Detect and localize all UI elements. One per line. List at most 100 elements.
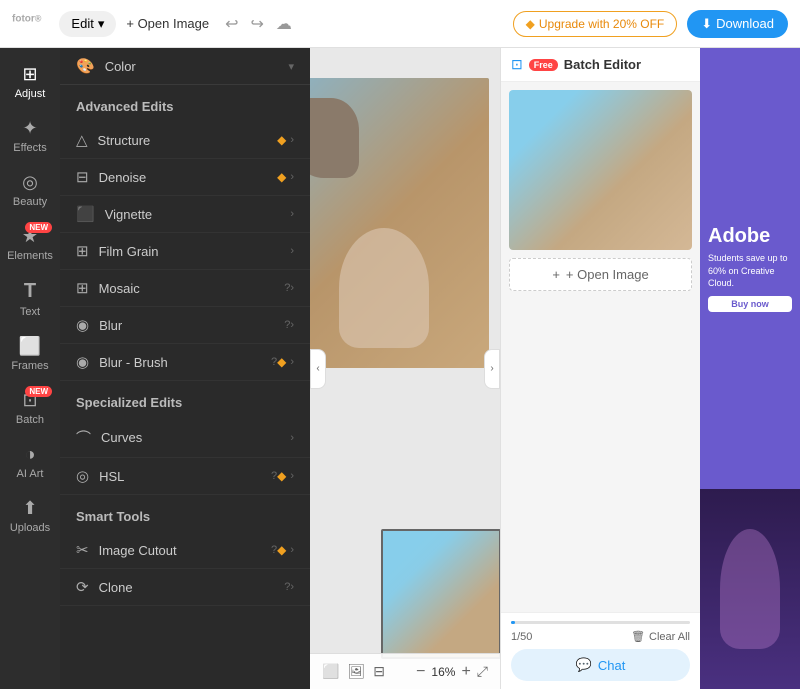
panel-item-structure[interactable]: △ Structure ◆ › [60, 122, 310, 159]
clone-icon: ⟳ [76, 578, 89, 596]
sidebar-item-adjust[interactable]: ⊞ Adjust [0, 56, 60, 108]
clear-all-button[interactable]: 🗑 Clear All [631, 630, 690, 643]
film-grain-arrow-icon: › [290, 245, 294, 257]
undo-button[interactable]: ↩ [223, 12, 240, 36]
canvas-tool-crop-icon[interactable]: ⊟ [373, 663, 385, 680]
canvas-tool-image-icon[interactable]: 🖼 [347, 663, 365, 680]
panel-clone-label: Clone [99, 580, 281, 595]
expand-panel-button[interactable]: › [484, 349, 500, 389]
panel-item-color[interactable]: 🎨 Color ▾ [60, 48, 310, 85]
panel-blur-label: Blur [99, 318, 280, 333]
panel-item-clone[interactable]: ⟳ Clone ? › [60, 569, 310, 606]
panel-item-curves[interactable]: ⌒ Curves › [60, 418, 310, 458]
structure-arrow-icon: › [290, 134, 294, 146]
rock-decoration [310, 98, 359, 178]
denoise-arrow-icon: › [290, 171, 294, 183]
sidebar-item-effects[interactable]: ✦ Effects [0, 110, 60, 162]
download-label: Download [716, 16, 774, 31]
batch-open-label: + Open Image [566, 267, 649, 282]
right-panel: ⊡ Free Batch Editor + + Open Image 1/50 … [500, 48, 700, 689]
zoom-out-button[interactable]: − [416, 663, 425, 681]
redo-button[interactable]: ↪ [249, 12, 266, 36]
sidebar-item-text[interactable]: T Text [0, 272, 60, 326]
canvas-bottom-bar: ⬜ 🖼 ⊟ − 16% + ⤢ [310, 653, 500, 689]
free-badge: Free [529, 59, 558, 71]
download-button[interactable]: ⬇ Download [687, 10, 788, 38]
logo: fotor® [12, 12, 41, 35]
sidebar-label-text: Text [20, 306, 40, 318]
clear-all-label: Clear All [649, 631, 690, 643]
denoise-icon: ⊟ [76, 168, 89, 186]
panel-item-image-cutout[interactable]: ✂ Image Cutout ? ◆ › [60, 532, 310, 569]
diamond-icon: ◆ [526, 17, 535, 31]
blur-brush-premium-icon: ◆ [277, 355, 286, 369]
uploads-icon: ⬆ [22, 498, 37, 519]
panel-image-cutout-label: Image Cutout [99, 543, 267, 558]
cloud-button[interactable]: ☁ [274, 12, 294, 36]
ad-panel: Adobe Students save up to 60% on Creativ… [700, 48, 800, 689]
zoom-in-button[interactable]: + [461, 663, 470, 681]
sidebar-item-ai-art[interactable]: ◑ AI Art [0, 436, 60, 488]
sidebar-item-elements[interactable]: NEW ★ Elements [0, 218, 60, 270]
collapse-panel-button[interactable]: ‹ [310, 349, 326, 389]
ai-art-icon: ◑ [25, 444, 36, 465]
sidebar-label-elements: Elements [7, 250, 53, 262]
sidebar-item-uploads[interactable]: ⬆ Uploads [0, 490, 60, 542]
film-grain-icon: ⊞ [76, 242, 89, 260]
main-area: ⊞ Adjust ✦ Effects ◎ Beauty NEW ★ Elemen… [0, 48, 800, 689]
sidebar-item-frames[interactable]: ⬜ Frames [0, 328, 60, 380]
batch-progress-bar-container [511, 621, 690, 624]
hsl-premium-icon: ◆ [277, 469, 286, 483]
vignette-arrow-icon: › [290, 208, 294, 220]
topbar: fotor® Edit ▾ + Open Image ↩ ↪ ☁ ◆ Upgra… [0, 0, 800, 48]
panel-color-label: Color [105, 59, 289, 74]
nav-controls: ↩ ↪ ☁ [223, 12, 294, 36]
panel-film-grain-label: Film Grain [99, 244, 291, 259]
beauty-icon: ◎ [22, 172, 38, 193]
hsl-icon: ◎ [76, 467, 89, 485]
upgrade-label: Upgrade with 20% OFF [539, 17, 664, 31]
panel-item-film-grain[interactable]: ⊞ Film Grain › [60, 233, 310, 270]
image-cutout-icon: ✂ [76, 541, 89, 559]
panel-item-blur-brush[interactable]: ◉ Blur - Brush ? ◆ › [60, 344, 310, 381]
panel-item-hsl[interactable]: ◎ HSL ? ◆ › [60, 458, 310, 495]
upgrade-button[interactable]: ◆ Upgrade with 20% OFF [513, 11, 678, 37]
elements-badge: NEW [25, 222, 52, 233]
panel-item-denoise[interactable]: ⊟ Denoise ◆ › [60, 159, 310, 196]
batch-editor-icon: ⊡ [511, 56, 523, 73]
edit-button[interactable]: Edit ▾ [59, 11, 116, 37]
batch-images-area: + + Open Image [501, 82, 700, 612]
smart-tools-header: Smart Tools [60, 495, 310, 532]
ad-bottom-image [700, 489, 800, 689]
edit-label: Edit [71, 16, 93, 31]
image-cutout-arrow-icon: › [290, 544, 294, 556]
batch-badge: NEW [25, 386, 52, 397]
ad-buy-button[interactable]: Buy now [708, 296, 792, 312]
batch-open-image-button[interactable]: + + Open Image [509, 258, 692, 291]
thumb-photo [381, 529, 500, 659]
photo-figure [339, 228, 429, 348]
sidebar-label-effects: Effects [13, 142, 46, 154]
batch-footer: 1/50 🗑 Clear All 💬 Chat [501, 612, 700, 689]
panel-item-blur[interactable]: ◉ Blur ? › [60, 307, 310, 344]
vignette-icon: ⬛ [76, 205, 95, 223]
clone-arrow-icon: › [290, 581, 294, 593]
sidebar-item-batch[interactable]: NEW ⊡ Batch [0, 382, 60, 434]
panel-vignette-label: Vignette [105, 207, 291, 222]
batch-title: Batch Editor [564, 57, 641, 72]
fullscreen-button[interactable]: ⤢ [477, 663, 488, 680]
blur-icon: ◉ [76, 316, 89, 334]
batch-count: 1/50 [511, 631, 532, 643]
color-expand-icon: ▾ [288, 60, 294, 73]
sidebar-item-beauty[interactable]: ◎ Beauty [0, 164, 60, 216]
sidebar-label-beauty: Beauty [13, 196, 47, 208]
panel-item-mosaic[interactable]: ⊞ Mosaic ? › [60, 270, 310, 307]
open-image-button[interactable]: + Open Image [126, 16, 209, 31]
panel-item-vignette[interactable]: ⬛ Vignette › [60, 196, 310, 233]
canvas-tool-box-icon[interactable]: ⬜ [322, 663, 339, 680]
main-photo [310, 78, 489, 368]
ad-logo: Adobe [708, 225, 792, 248]
chat-button[interactable]: 💬 Chat [511, 649, 690, 681]
trash-icon: 🗑 [631, 630, 645, 643]
canvas-tools: ⬜ 🖼 ⊟ [322, 663, 385, 680]
